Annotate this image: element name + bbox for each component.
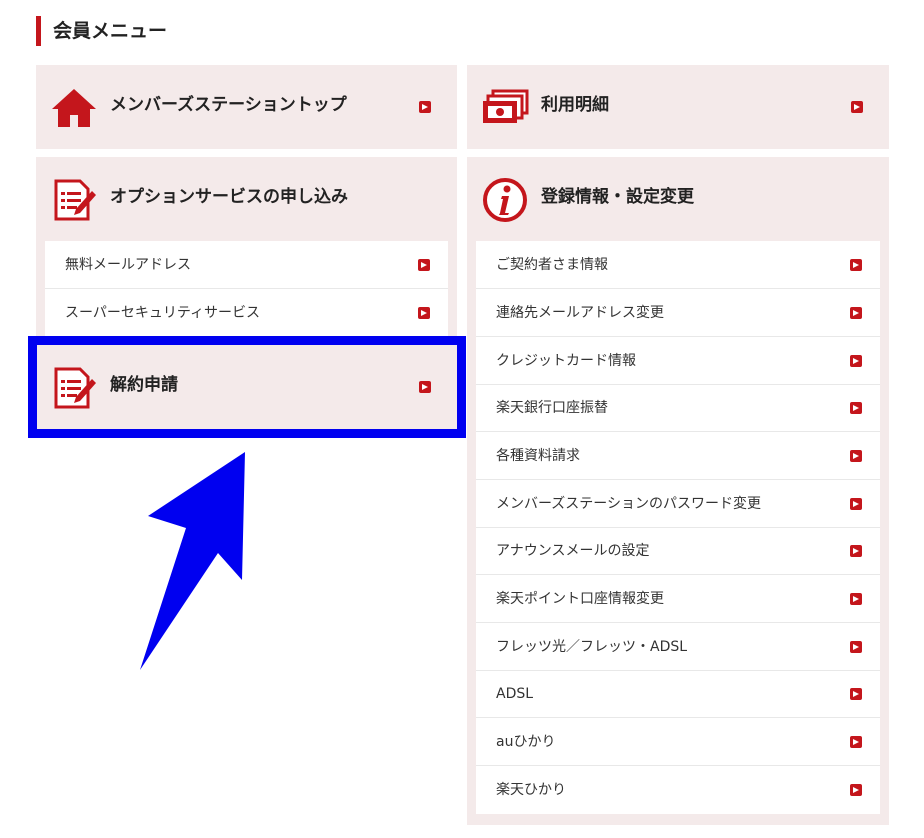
house-icon [52, 89, 96, 127]
panel-registration: 登録情報・設定変更 ご契約者さま情報 連絡先メールアドレス変更 クレジットカード… [467, 157, 889, 825]
option-services-label: オプションサービスの申し込み [110, 187, 348, 207]
member-top-label: メンバーズステーショントップ [110, 95, 347, 115]
chevron-right-icon [418, 259, 430, 271]
chevron-right-icon [850, 593, 862, 605]
chevron-right-icon [850, 784, 862, 796]
list-item-super-security[interactable]: スーパーセキュリティサービス [45, 289, 448, 337]
panel-usage: 利用明細 [467, 65, 889, 149]
member-top-link[interactable]: メンバーズステーショントップ [36, 65, 457, 149]
chevron-right-icon [850, 355, 862, 367]
pointer-arrow-icon [140, 452, 245, 670]
list-item-label: スーパーセキュリティサービス [65, 305, 261, 321]
chevron-right-icon [850, 402, 862, 414]
option-services-link[interactable]: オプションサービスの申し込み [36, 157, 457, 241]
list-item-label: 楽天銀行口座振替 [496, 400, 608, 416]
panel-option-services: オプションサービスの申し込み 無料メールアドレス スーパーセキュリティサービス [36, 157, 457, 337]
panel-member-top: メンバーズステーショントップ [36, 65, 457, 149]
list-item-label: メンバーズステーションのパスワード変更 [496, 496, 762, 512]
list-item-label: アナウンスメールの設定 [496, 543, 650, 559]
document-pen-icon [54, 179, 96, 221]
list-item-point-account[interactable]: 楽天ポイント口座情報変更 [476, 575, 880, 623]
chevron-right-icon [850, 545, 862, 557]
chevron-right-icon [850, 736, 862, 748]
chevron-right-icon [850, 498, 862, 510]
list-item-rakuten-hikari[interactable]: 楽天ひかり [476, 766, 880, 814]
list-item-credit-card[interactable]: クレジットカード情報 [476, 337, 880, 385]
list-item-label: ご契約者さま情報 [496, 257, 608, 273]
chevron-right-icon [419, 101, 431, 113]
registration-link[interactable]: 登録情報・設定変更 [467, 157, 889, 241]
list-item-au-hikari[interactable]: auひかり [476, 718, 880, 766]
list-item-free-mail[interactable]: 無料メールアドレス [45, 241, 448, 289]
chevron-right-icon [850, 307, 862, 319]
option-services-list: 無料メールアドレス スーパーセキュリティサービス [45, 241, 448, 337]
list-item-label: 楽天ひかり [496, 782, 566, 798]
registration-list: ご契約者さま情報 連絡先メールアドレス変更 クレジットカード情報 楽天銀行口座振… [476, 241, 880, 814]
registration-label: 登録情報・設定変更 [541, 187, 694, 207]
section-title: 会員メニュー [36, 16, 167, 46]
chevron-right-icon [851, 101, 863, 113]
chevron-right-icon [418, 307, 430, 319]
usage-link[interactable]: 利用明細 [467, 65, 889, 149]
usage-label: 利用明細 [541, 95, 609, 115]
chevron-right-icon [850, 688, 862, 700]
list-item-label: auひかり [496, 734, 556, 750]
list-item-contractor-info[interactable]: ご契約者さま情報 [476, 241, 880, 289]
list-item-contact-email[interactable]: 連絡先メールアドレス変更 [476, 289, 880, 337]
chevron-right-icon [850, 641, 862, 653]
cash-stack-icon [483, 89, 529, 123]
list-item-label: クレジットカード情報 [496, 353, 636, 369]
list-item-label: ADSL [496, 686, 534, 702]
list-item-label: 各種資料請求 [496, 448, 580, 464]
chevron-right-icon [850, 259, 862, 271]
list-item-flets[interactable]: フレッツ光／フレッツ・ADSL [476, 623, 880, 671]
highlight-box [28, 336, 466, 438]
list-item-adsl[interactable]: ADSL [476, 670, 880, 718]
list-item-label: 楽天ポイント口座情報変更 [496, 591, 664, 607]
info-circle-icon [483, 178, 527, 222]
list-item-label: 無料メールアドレス [65, 257, 191, 273]
list-item-document-request[interactable]: 各種資料請求 [476, 432, 880, 480]
list-item-label: フレッツ光／フレッツ・ADSL [496, 639, 688, 655]
chevron-right-icon [850, 450, 862, 462]
list-item-bank-transfer[interactable]: 楽天銀行口座振替 [476, 384, 880, 432]
list-item-label: 連絡先メールアドレス変更 [496, 305, 664, 321]
list-item-password-change[interactable]: メンバーズステーションのパスワード変更 [476, 480, 880, 528]
list-item-announce-mail[interactable]: アナウンスメールの設定 [476, 527, 880, 575]
